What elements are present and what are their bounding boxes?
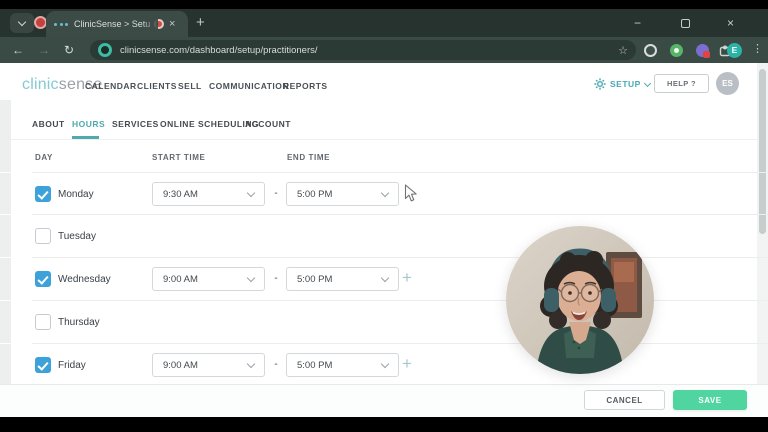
nav-clients[interactable]: CLIENTS [137, 81, 177, 91]
wednesday-start-time-select[interactable]: 9:00 AM [152, 267, 265, 291]
tab-search-button[interactable] [10, 13, 34, 33]
browser-profile-avatar[interactable]: E [727, 43, 742, 58]
webcam-overlay[interactable] [506, 226, 654, 374]
monday-checkbox[interactable] [35, 186, 51, 202]
clinicsense-favicon-icon [54, 23, 68, 26]
extension-icon[interactable] [696, 44, 709, 57]
back-button[interactable]: ← [12, 42, 24, 58]
tab-title-fade [142, 17, 158, 31]
mouse-cursor [404, 184, 418, 204]
window-close-button[interactable]: × [727, 15, 734, 31]
section-tab-bar: ABOUT HOURS SERVICES ONLINE SCHEDULING A… [0, 105, 757, 140]
monday-end-time-select[interactable]: 5:00 PM [286, 182, 399, 206]
chevron-down-icon [247, 359, 255, 367]
gear-icon [594, 78, 606, 90]
tab-about[interactable]: ABOUT [32, 119, 65, 129]
tab-account[interactable]: ACCOUNT [245, 119, 291, 129]
start-time-value: 9:00 AM [163, 274, 248, 285]
wednesday-end-time-select[interactable]: 5:00 PM [286, 267, 399, 291]
chevron-down-icon [381, 273, 389, 281]
end-time-value: 5:00 PM [297, 360, 382, 371]
save-button[interactable]: SAVE [673, 390, 747, 410]
time-range-dash: - [269, 188, 283, 199]
chevron-down-icon [644, 79, 651, 86]
browser-tab-bar: ClinicSense > Setup > Prac × + − × [0, 9, 768, 37]
browser-menu-icon[interactable]: ⋮ [752, 42, 763, 55]
friday-start-time-select[interactable]: 9:00 AM [152, 353, 265, 377]
column-end-time: END TIME [287, 153, 330, 162]
day-label: Friday [58, 360, 86, 371]
friday-end-time-select[interactable]: 5:00 PM [286, 353, 399, 377]
presenter-portrait [506, 226, 654, 374]
screen: ClinicSense > Setup > Prac × + − × ← → ↻… [0, 0, 768, 432]
extension-icon[interactable] [670, 44, 683, 57]
column-day: DAY [35, 153, 53, 162]
tuesday-checkbox[interactable] [35, 228, 51, 244]
setup-label: SETUP [610, 79, 641, 89]
day-label: Tuesday [58, 231, 96, 242]
tab-hours[interactable]: HOURS [72, 119, 105, 129]
logo-part-1: clinic [22, 76, 59, 93]
end-time-value: 5:00 PM [297, 274, 382, 285]
tab-title: ClinicSense > Setup > Prac [74, 19, 150, 29]
thursday-checkbox[interactable] [35, 314, 51, 330]
table-row-monday: Monday 9:30 AM - 5:00 PM [0, 172, 768, 215]
nav-reports[interactable]: REPORTS [283, 81, 328, 91]
user-avatar[interactable]: ES [716, 72, 739, 95]
start-time-value: 9:00 AM [163, 360, 248, 371]
nav-communication[interactable]: COMMUNICATION [209, 81, 289, 91]
letterbox-bottom [0, 417, 768, 432]
column-start-time: START TIME [152, 153, 205, 162]
chevron-down-icon [18, 17, 26, 25]
day-label: Thursday [58, 317, 100, 328]
friday-checkbox[interactable] [35, 357, 51, 373]
browser-toolbar: ← → ↻ clinicsense.com/dashboard/setup/pr… [0, 37, 768, 63]
add-time-block-button[interactable]: + [402, 354, 412, 374]
bookmark-star-icon[interactable]: ☆ [618, 44, 628, 57]
start-time-value: 9:30 AM [163, 189, 248, 200]
tab-close-icon[interactable]: × [169, 19, 175, 29]
new-tab-button[interactable]: + [196, 13, 205, 33]
chevron-down-icon [381, 188, 389, 196]
monday-start-time-select[interactable]: 9:30 AM [152, 182, 265, 206]
wednesday-checkbox[interactable] [35, 271, 51, 287]
active-tab-underline [72, 136, 99, 139]
reload-button[interactable]: ↻ [64, 42, 74, 58]
window-maximize-button[interactable] [681, 19, 690, 28]
page-footer: CANCEL SAVE [0, 384, 768, 417]
add-time-block-button[interactable]: + [402, 268, 412, 288]
address-bar[interactable]: clinicsense.com/dashboard/setup/practiti… [90, 40, 636, 60]
nav-calendar[interactable]: CALENDAR [85, 81, 137, 91]
browser-tab[interactable]: ClinicSense > Setup > Prac × [46, 11, 188, 37]
chevron-down-icon [381, 359, 389, 367]
time-range-dash: - [269, 273, 283, 284]
chevron-down-icon [247, 273, 255, 281]
nav-sell[interactable]: SELL [178, 81, 202, 91]
end-time-value: 5:00 PM [297, 189, 382, 200]
letterbox-top [0, 0, 768, 9]
window-minimize-button[interactable]: − [634, 15, 641, 31]
day-label: Wednesday [58, 274, 111, 285]
chevron-down-icon [247, 188, 255, 196]
url-text[interactable]: clinicsense.com/dashboard/setup/practiti… [120, 45, 612, 56]
time-range-dash: - [269, 359, 283, 370]
day-label: Monday [58, 189, 94, 200]
help-button[interactable]: HELP ? [654, 74, 709, 93]
tab-services[interactable]: SERVICES [112, 119, 159, 129]
cancel-button[interactable]: CANCEL [584, 390, 665, 410]
extension-icon[interactable] [644, 44, 657, 57]
forward-button[interactable]: → [38, 42, 50, 58]
setup-menu[interactable]: SETUP [594, 78, 650, 90]
site-favicon-icon [98, 43, 112, 57]
